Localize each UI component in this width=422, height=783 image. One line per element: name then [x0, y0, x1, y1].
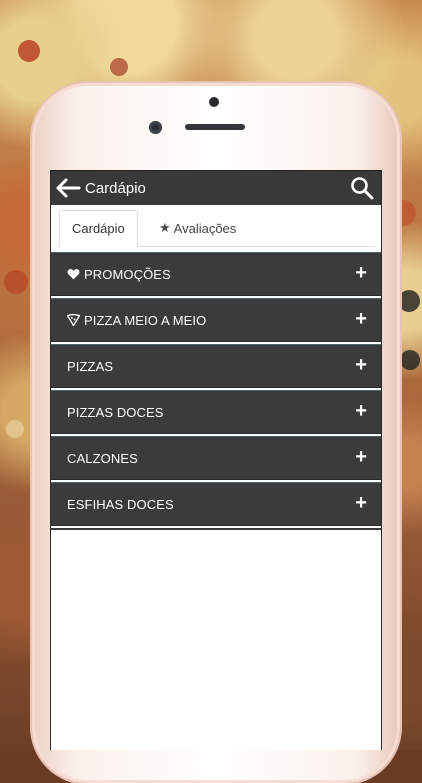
pizza-slice-icon	[67, 314, 80, 326]
plus-icon[interactable]: +	[355, 309, 367, 329]
front-camera	[149, 121, 162, 134]
tab-cardapio[interactable]: Cardápio	[59, 210, 138, 247]
menu-categories: PROMOÇÕES + PIZZA MEIO A MEIO + PIZZAS +…	[51, 252, 381, 530]
menu-item-esfihas-doces[interactable]: ESFIHAS DOCES +	[51, 482, 381, 526]
menu-item-label: PIZZAS DOCES	[67, 404, 164, 420]
menu-item-pizzas-doces[interactable]: PIZZAS DOCES +	[51, 390, 381, 434]
plus-icon[interactable]: +	[355, 355, 367, 375]
menu-item-promocoes-content: PROMOÇÕES	[67, 267, 171, 282]
menu-item-pizza-meio-a-meio-content: PIZZA MEIO A MEIO	[67, 313, 206, 328]
tab-avaliacoes[interactable]: ★ Avaliações	[151, 210, 244, 246]
menu-item-label: ESFIHAS DOCES	[67, 496, 174, 512]
page-title: Cardápio	[85, 179, 146, 197]
plus-icon[interactable]: +	[355, 447, 367, 467]
plus-icon[interactable]: +	[355, 401, 367, 421]
menu-item-pizza-meio-a-meio[interactable]: PIZZA MEIO A MEIO +	[51, 298, 381, 342]
proximity-sensor	[209, 97, 219, 107]
menu-item-promocoes[interactable]: PROMOÇÕES +	[51, 252, 381, 296]
tab-bar: Cardápio ★ Avaliações	[57, 210, 375, 247]
menu-item-label: CALZONES	[67, 450, 138, 466]
plus-icon[interactable]: +	[355, 263, 367, 283]
tab-cardapio-label: Cardápio	[72, 221, 125, 236]
menu-item-label: PIZZAS	[67, 358, 114, 374]
app-bar: Cardápio	[51, 170, 381, 205]
app-screen: Cardápio Cardápio ★ Avaliações PROMOÇÕES…	[50, 170, 382, 750]
menu-item-label: PIZZA MEIO A MEIO	[84, 312, 207, 328]
menu-item-label: PROMOÇÕES	[84, 266, 171, 282]
earpiece-speaker	[185, 124, 245, 130]
menu-item-calzones[interactable]: CALZONES +	[51, 436, 381, 480]
star-icon: ★	[159, 220, 171, 235]
menu-item-pizzas[interactable]: PIZZAS +	[51, 344, 381, 388]
tab-avaliacoes-label: Avaliações	[173, 220, 237, 236]
heart-icon	[67, 269, 80, 280]
search-icon[interactable]	[349, 175, 375, 201]
back-arrow-icon[interactable]	[53, 171, 83, 205]
plus-icon[interactable]: +	[355, 493, 367, 513]
menu-bottom-divider	[51, 528, 381, 530]
